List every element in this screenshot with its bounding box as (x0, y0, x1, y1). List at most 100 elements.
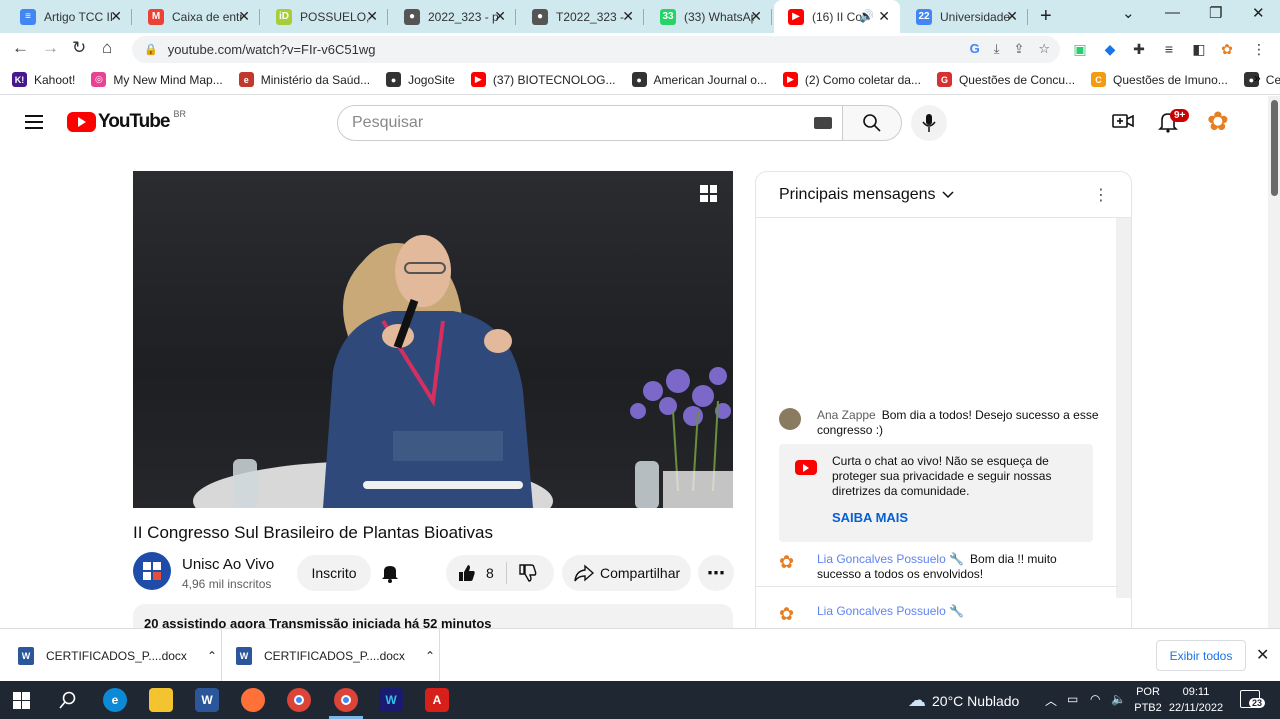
keyboard-icon[interactable] (814, 117, 832, 129)
browser-tab[interactable]: 22 Universidade ✕ (902, 0, 1028, 33)
close-tab-icon[interactable]: ✕ (238, 8, 250, 25)
edge-icon[interactable]: e (103, 688, 127, 712)
subscribed-button[interactable]: Inscrito (297, 555, 371, 591)
forward-icon[interactable]: → (42, 38, 59, 58)
channel-avatar[interactable] (133, 552, 171, 590)
miniplayer-grid-icon[interactable] (700, 185, 717, 202)
create-video-icon[interactable] (1112, 111, 1134, 131)
wacom-icon[interactable]: W (379, 688, 403, 712)
browser-tab[interactable]: ● T2022_323 - j ✕ (518, 0, 644, 33)
close-tab-icon[interactable]: ✕ (878, 8, 890, 25)
download-item[interactable]: W CERTIFICADOS_P....docx ⌃ (18, 629, 222, 682)
battery-icon[interactable]: ▭ (1067, 692, 1078, 706)
channel-name[interactable]: Unisc Ao Vivo (182, 556, 274, 573)
taskbar-search-icon[interactable] (59, 691, 77, 709)
profile-avatar-icon[interactable]: ✿ (1218, 40, 1236, 58)
close-downloads-icon[interactable]: ✕ (1256, 645, 1269, 665)
lock-icon[interactable]: 🔒 (144, 43, 158, 56)
share-button[interactable]: Compartilhar (562, 555, 691, 591)
google-icon[interactable]: G (970, 41, 980, 57)
chat-author[interactable]: Lia Goncalves Possuelo 🔧 (817, 552, 964, 566)
share-icon[interactable]: ⇪ (1013, 41, 1024, 57)
install-icon[interactable]: ⤓ (994, 41, 1000, 57)
tab-search-icon[interactable]: ⌄ (1122, 4, 1135, 22)
browser-tab[interactable]: 33 (33) WhatsAp ✕ (646, 0, 772, 33)
chat-author[interactable]: Lia Goncalves Possuelo 🔧 (817, 604, 964, 618)
bookmark-item[interactable]: ● JogoSite (386, 72, 455, 87)
chrome-icon[interactable] (287, 688, 311, 712)
bookmark-item[interactable]: ◎ My New Mind Map... (91, 72, 223, 87)
extensions-puzzle-icon[interactable]: ✚ (1130, 40, 1148, 58)
like-button[interactable]: 8 (458, 564, 494, 582)
voice-search-button[interactable] (911, 105, 947, 141)
bookmark-item[interactable]: e Ministério da Saúd... (238, 72, 370, 87)
show-hidden-icons[interactable]: ︿ (1045, 692, 1057, 709)
description-box[interactable]: 20 assistindo agora Transmissão iniciada… (133, 604, 733, 628)
windows-start-icon[interactable] (13, 692, 30, 709)
word-icon[interactable]: W (195, 688, 219, 712)
close-tab-icon[interactable]: ✕ (366, 8, 378, 25)
more-bookmarks-icon[interactable]: » (1254, 71, 1261, 85)
close-tab-icon[interactable]: ✕ (1006, 8, 1018, 25)
notification-bell-filled-icon[interactable] (379, 562, 401, 584)
bookmark-item[interactable]: ● American Journal o... (631, 72, 767, 87)
bookmark-item[interactable]: ▶ (2) Como coletar da... (782, 72, 921, 87)
maximize-button[interactable]: ❐ (1209, 4, 1222, 22)
new-tab-button[interactable]: + (1040, 5, 1052, 28)
chat-header[interactable]: Principais mensagens ⋮ (756, 172, 1131, 218)
search-input[interactable]: Pesquisar (337, 105, 843, 141)
chat-avatar[interactable]: ✿ (779, 604, 801, 626)
firefox-icon[interactable] (241, 688, 265, 712)
back-icon[interactable]: ← (12, 38, 29, 58)
bookmark-item[interactable]: K! Kahoot! (12, 72, 75, 87)
chrome-menu-icon[interactable]: ⋮ (1250, 40, 1268, 58)
tab-audio-icon[interactable]: 🔊 (859, 9, 874, 23)
close-tab-icon[interactable]: ✕ (110, 8, 122, 25)
side-panel-icon[interactable]: ◧ (1190, 40, 1208, 58)
browser-tab[interactable]: iD POSSUELO, L✕ (262, 0, 388, 33)
file-explorer-icon[interactable] (149, 688, 173, 712)
learn-more-link[interactable]: SAIBA MAIS (832, 510, 908, 525)
taskbar-clock[interactable]: 09:11 22/11/2022 (1165, 684, 1227, 716)
bookmark-star-icon[interactable]: ☆ (1038, 41, 1050, 57)
video-player[interactable] (133, 171, 733, 508)
browser-tab[interactable]: ● 2022_323 - pi ✕ (390, 0, 516, 33)
page-scrollbar[interactable] (1268, 96, 1280, 628)
youtube-logo[interactable]: YouTube BR (67, 109, 186, 133)
close-tab-icon[interactable]: ✕ (494, 8, 506, 25)
account-avatar-icon[interactable]: ✿ (1207, 106, 1229, 137)
close-tab-icon[interactable]: ✕ (750, 8, 762, 25)
volume-icon[interactable]: 🔈 (1111, 692, 1126, 706)
minimize-button[interactable]: — (1165, 4, 1180, 21)
reload-icon[interactable]: ↻ (72, 38, 86, 58)
search-button[interactable] (842, 105, 902, 141)
dislike-button[interactable] (519, 564, 537, 582)
chat-avatar[interactable]: ✿ (779, 552, 801, 574)
wifi-icon[interactable]: ◠ (1090, 692, 1100, 706)
bookmark-item[interactable]: G Questões de Concu... (936, 72, 1075, 87)
browser-tab[interactable]: ≡ Artigo TCC II ✕ (6, 0, 132, 33)
media-control-icon[interactable]: ≡ (1160, 40, 1178, 58)
bookmark-item[interactable]: ●Celula 3D (1243, 72, 1280, 87)
address-bar[interactable]: 🔒 youtube.com/watch?v=FIr-v6C51wg G ⤓ ⇪ … (132, 36, 1060, 63)
browser-tab[interactable]: ▶ (16) II Co 🔊 ✕ (774, 0, 900, 33)
chevron-up-icon[interactable]: ⌃ (425, 649, 435, 663)
download-item[interactable]: W CERTIFICADOS_P....docx ⌃ (236, 629, 440, 682)
menu-icon[interactable] (25, 115, 43, 129)
extension-blue-icon[interactable]: ◆ (1101, 40, 1119, 58)
language-indicator[interactable]: POR PTB2 (1134, 684, 1162, 716)
chat-avatar[interactable] (779, 408, 801, 430)
home-icon[interactable]: ⌂ (102, 38, 112, 58)
close-window-button[interactable]: ✕ (1252, 4, 1265, 22)
browser-tab[interactable]: M Caixa de entr ✕ (134, 0, 260, 33)
chat-scrollbar[interactable] (1116, 218, 1131, 598)
weather-widget[interactable]: ☁ 20°C Nublado (908, 690, 1019, 711)
show-all-downloads-button[interactable]: Exibir todos (1156, 640, 1246, 671)
extension-green-icon[interactable]: ▣ (1071, 40, 1089, 58)
chevron-up-icon[interactable]: ⌃ (207, 649, 217, 663)
chat-author[interactable]: Ana Zappe (817, 408, 876, 422)
more-actions-button[interactable]: ⋯ (698, 555, 734, 591)
bookmark-item[interactable]: C Questões de Imuno... (1091, 72, 1228, 87)
chrome-profile-icon[interactable] (334, 688, 358, 712)
acrobat-icon[interactable]: A (425, 688, 449, 712)
